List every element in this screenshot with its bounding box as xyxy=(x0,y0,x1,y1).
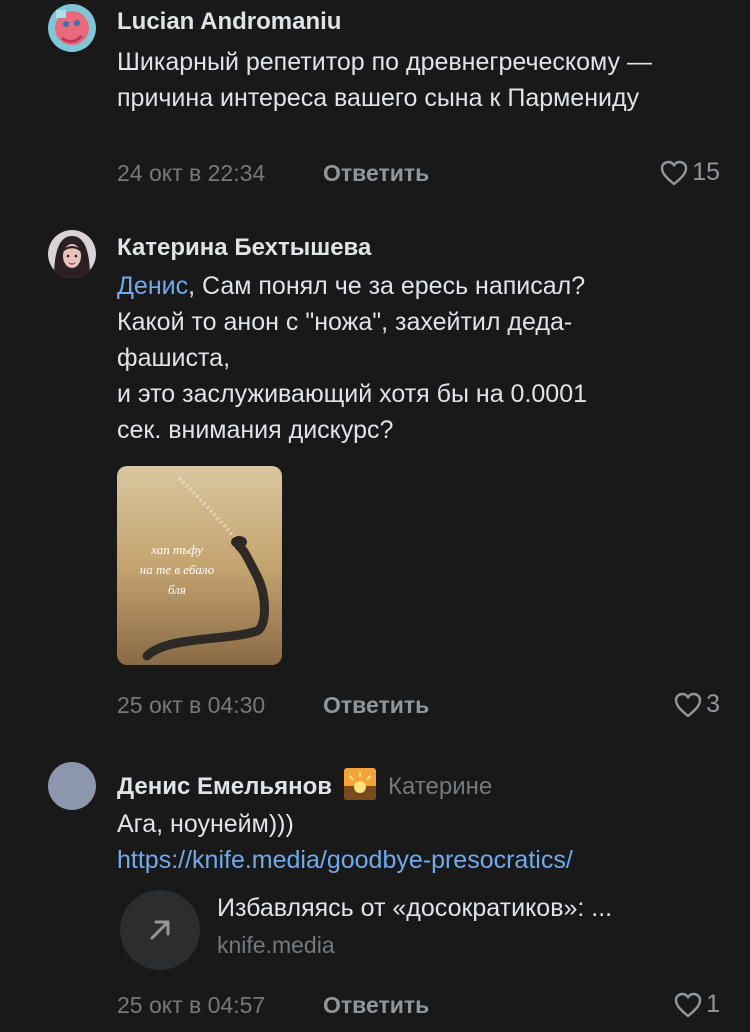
url-link[interactable]: https://knife.media/goodbye-presocratics… xyxy=(117,846,573,874)
link-card-title: Избавляясь от «досократиков»: ... xyxy=(217,894,613,922)
timestamp[interactable]: 25 окт в 04:30 xyxy=(117,692,265,719)
link-preview-card[interactable]: Избавляясь от «досократиков»: ... knife.… xyxy=(117,888,727,972)
avatar[interactable] xyxy=(48,230,96,278)
text-line: фашиста, xyxy=(117,344,231,372)
like-count: 1 xyxy=(706,990,720,1018)
like-count: 3 xyxy=(706,690,720,718)
text-line: , Сам понял че за ересь написал? xyxy=(188,272,586,300)
like-button[interactable]: 15 xyxy=(660,158,720,187)
reply-button[interactable]: Ответить xyxy=(323,160,429,187)
text-line: Какой то анон с "ножа", захейтил деда- xyxy=(117,308,573,336)
reply-to-name[interactable]: Катерине xyxy=(388,773,492,800)
reply-button[interactable]: Ответить xyxy=(323,692,429,719)
heart-outline-icon xyxy=(674,692,702,718)
author-name[interactable]: Катерина Бехтышева xyxy=(117,234,371,262)
photo-attachment[interactable]: хап тьфу на те в ебало бля xyxy=(117,466,282,665)
text-line: сек. внимания дискурс? xyxy=(117,416,394,444)
heart-outline-icon xyxy=(660,160,688,186)
arrow-up-right-icon xyxy=(120,890,200,970)
comment-text: Шикарный репетитор по древнегреческому —… xyxy=(117,48,652,112)
link-card-domain: knife.media xyxy=(217,932,335,958)
author-name[interactable]: Денис Емельянов Катерине xyxy=(117,768,492,801)
like-button[interactable]: 3 xyxy=(674,690,720,719)
text-line: и это заслуживающий хотя бы на 0.0001 xyxy=(117,380,588,408)
like-button[interactable]: 1 xyxy=(674,990,720,1019)
mention-link[interactable]: Денис xyxy=(117,272,188,300)
sunset-emoji-icon xyxy=(344,768,377,800)
photo-caption: бля xyxy=(168,582,186,597)
photo-caption: хап тьфу xyxy=(150,542,203,557)
comment-text: Денис, Сам понял че за ересь написал? Ка… xyxy=(117,268,727,448)
timestamp[interactable]: 24 окт в 22:34 xyxy=(117,160,265,187)
heart-outline-icon xyxy=(674,992,702,1018)
author-name-text: Денис Емельянов xyxy=(117,773,333,800)
like-count: 15 xyxy=(692,158,720,186)
author-name[interactable]: Lucian Andromaniu xyxy=(117,8,341,36)
photo-caption: на те в ебало xyxy=(140,562,215,577)
reply-button[interactable]: Ответить xyxy=(323,992,429,1019)
comment-text: Ага, ноунейм))) https://knife.media/good… xyxy=(117,806,727,878)
text-line: Ага, ноунейм))) xyxy=(117,810,294,838)
timestamp[interactable]: 25 окт в 04:57 xyxy=(117,992,265,1019)
avatar[interactable] xyxy=(48,4,96,52)
avatar[interactable] xyxy=(48,762,96,810)
